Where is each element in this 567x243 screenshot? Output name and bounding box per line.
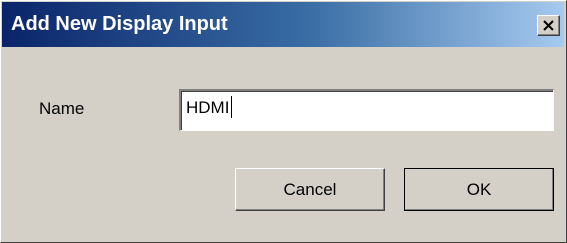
dialog-title: Add New Display Input <box>11 13 228 35</box>
text-caret <box>231 96 233 119</box>
name-label: Name <box>39 99 85 118</box>
name-input[interactable]: HDMI <box>179 89 554 131</box>
add-display-input-dialog: Add New Display Input Name HDMI Cancel O… <box>0 0 567 243</box>
name-input-value: HDMI <box>186 98 230 117</box>
close-button[interactable] <box>537 15 560 36</box>
cancel-button[interactable]: Cancel <box>235 168 385 211</box>
title-bar[interactable]: Add New Display Input <box>2 2 564 47</box>
close-icon <box>543 20 554 31</box>
ok-button[interactable]: OK <box>404 168 554 211</box>
